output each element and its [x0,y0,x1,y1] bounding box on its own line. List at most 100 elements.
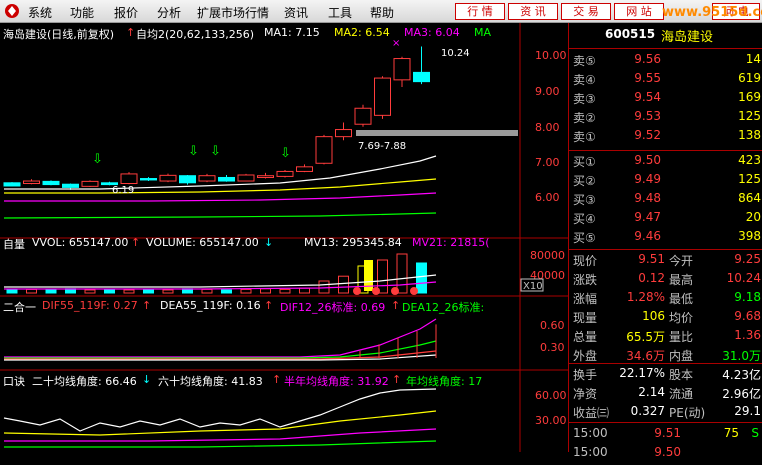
bid-volume: 423 [738,153,761,167]
stat-label: 涨跌 [573,273,598,287]
menu-news[interactable]: 资讯 [284,4,308,21]
signal-arrow-icon: ⇩ [210,144,221,159]
stat-label: 最低 [669,292,694,306]
bid-row: 买④ 9.47 20 [569,210,762,230]
volume-panel-label: 自量 [3,238,25,251]
menu-extended-market[interactable]: 扩展市场行情 [197,4,269,21]
ask-price: 9.54 [634,90,661,104]
candle [354,107,372,125]
stat-value: 31.0万 [722,349,761,363]
separator [569,422,762,423]
angle-y-tick: 30.00 [535,414,567,427]
candle [335,129,352,138]
menu-tools[interactable]: 工具 [328,4,352,21]
ask-label: 卖③ [573,92,596,106]
ask-volume: 138 [738,128,761,142]
bid-volume: 20 [745,210,761,224]
ask-volume: 14 [745,52,761,66]
ma3-line [4,192,437,202]
stat-row: 现价 9.51 今开 9.25 [569,252,762,272]
stat-label: 外盘 [573,349,598,363]
bid-price: 9.49 [634,172,661,186]
vvol-up-arrow-icon: ↑ [131,236,141,249]
ma4-value: MA [474,26,492,39]
separator [569,48,762,49]
marker-icon: × [392,38,400,49]
high-price-label: 10.24 [441,48,470,59]
kline-title: 海岛建设(日线,前复权) [3,28,115,41]
stat-value: 9.51 [638,252,665,266]
bid-row: 买② 9.49 125 [569,172,762,192]
candle [3,182,21,187]
angle60-up-arrow-icon: ↑ [272,373,282,386]
volume-bar [260,288,271,294]
tick-time: 15:00 [573,445,608,459]
stat-row: 总量 65.5万 量比 1.36 [569,328,762,348]
menu-help[interactable]: 帮助 [370,4,394,21]
volume-bar [416,262,427,294]
kline-y-tick: 10.00 [535,49,567,62]
website-button[interactable]: 网 站 [614,3,664,20]
bid-row: 买③ 9.48 864 [569,191,762,211]
volume-bar [84,289,96,294]
bid-row: 买① 9.50 423 [569,153,762,173]
candle [140,178,157,181]
volume-bar [338,275,349,294]
ask-volume: 125 [738,109,761,123]
chart-area[interactable]: ⇩ ⇩ ⇩ ⇩ × 10.00 9.00 8.00 7.00 6.00 80000 40… [0,23,568,452]
stat-value: 106 [642,309,665,323]
fund-value: 4.23亿 [722,368,761,382]
ask-row: 卖② 9.53 125 [569,109,762,129]
candle [159,174,177,182]
kline-y-tick: 7.00 [535,156,560,169]
fundamental-row: 换手 22.17% 股本 4.23亿 [569,366,762,386]
ask-label: 卖⑤ [573,54,596,68]
macd-y-tick: 0.30 [540,341,565,354]
tick-time: 15:00 [573,426,608,440]
angle20-down-arrow-icon: ↓ [142,373,152,386]
menu-system[interactable]: 系统 [28,4,52,21]
market-button[interactable]: 行 情 [455,3,505,20]
menu-analysis[interactable]: 分析 [157,4,181,21]
volume-down-arrow-icon: ↓ [264,236,274,249]
tick-volume: 75 [723,426,739,440]
tick-flag: S [751,426,759,440]
signal-arrow-icon: ⇩ [280,146,291,161]
candle [237,174,255,182]
angle-half-up-arrow-icon: ↑ [392,373,402,386]
low-price-label: 6.19 [112,185,134,196]
separator [569,150,762,151]
stat-value: 10.24 [726,271,761,285]
macd-y-tick: 0.60 [540,319,565,332]
separator [569,249,762,250]
candle [23,180,40,185]
bid-label: 买① [573,155,596,169]
stat-label: 内盘 [669,349,694,363]
fundamental-row: 收益㈢ 0.327 PE(动) 29.1 [569,404,762,424]
trade-button[interactable]: 交 易 [561,3,611,20]
watermark: www.9515d.com [662,5,762,20]
volume-bar [221,289,232,294]
price-range-bar [356,130,518,136]
ask-volume: 169 [738,90,761,104]
menu-quote[interactable]: 报价 [114,4,138,21]
tick-row: 15:00 9.51 75 S [569,426,762,446]
ma1-value: MA1: 7.15 [264,26,320,39]
volume-bar [143,288,154,294]
ask-volume: 619 [738,71,761,85]
fund-label: 流通 [669,387,694,401]
stat-value: 9.18 [734,290,761,304]
volume-marker-icon [353,287,361,295]
dea12-line [4,340,437,359]
stat-value: 65.5万 [626,330,665,344]
ask-label: 卖④ [573,73,596,87]
stat-label: 现价 [573,254,598,268]
volume-bar [45,289,57,294]
ask-price: 9.53 [634,109,661,123]
angle20-value: 二十均线角度: 66.46 [32,375,137,388]
news-button[interactable]: 资 讯 [508,3,558,20]
candle [62,183,79,188]
ma3-value: MA3: 6.04 [404,26,460,39]
volume-bar [377,259,388,294]
menu-function[interactable]: 功能 [70,4,94,21]
